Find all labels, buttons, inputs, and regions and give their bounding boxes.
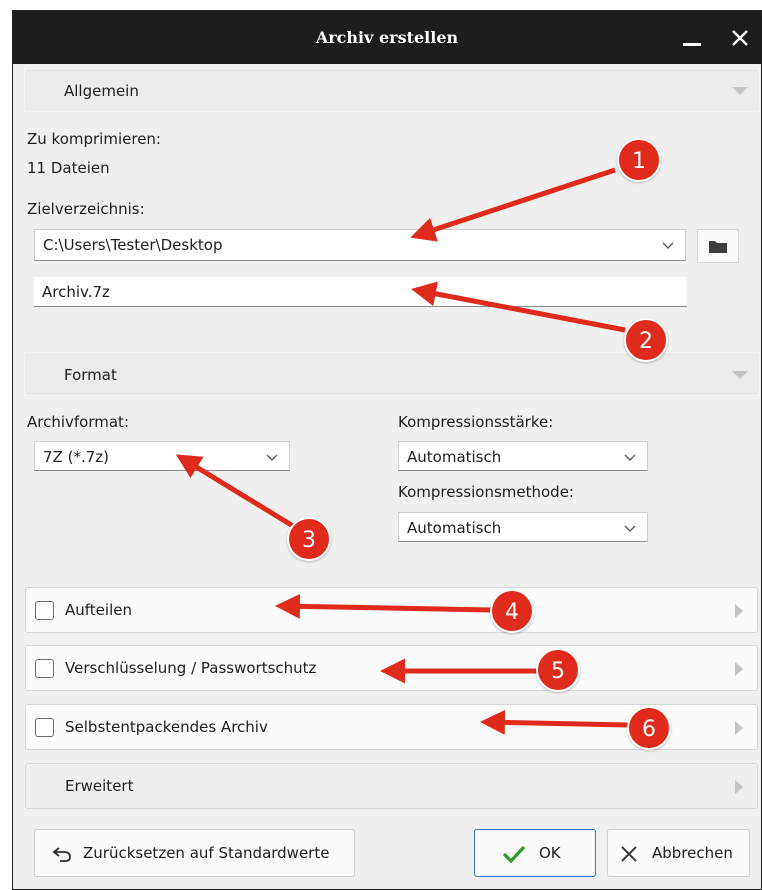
archive-format-label: Archivformat: xyxy=(27,413,129,431)
collapse-triangle-icon xyxy=(732,87,748,95)
split-checkbox[interactable] xyxy=(35,601,54,620)
annotation-badge-6: 6 xyxy=(627,706,671,750)
close-button[interactable] xyxy=(725,23,755,53)
triangle-right-icon xyxy=(735,604,743,618)
undo-arrow-icon xyxy=(52,847,71,862)
section-advanced-header[interactable]: Erweitert xyxy=(25,763,758,809)
reset-defaults-label: Zurücksetzen auf Standardwerte xyxy=(83,844,330,862)
browse-folder-button[interactable] xyxy=(697,229,739,263)
minimize-button[interactable] xyxy=(677,23,707,53)
section-format-label: Format xyxy=(64,366,117,384)
split-label: Aufteilen xyxy=(65,601,132,619)
ok-button[interactable]: OK xyxy=(474,829,596,877)
target-dir-value: C:\Users\Tester\Desktop xyxy=(43,236,223,254)
chevron-down-icon xyxy=(266,454,278,461)
annotation-badge-1: 1 xyxy=(617,138,661,182)
archive-name-value: Archiv.7z xyxy=(42,283,110,301)
ok-label: OK xyxy=(539,844,561,862)
target-dir-label: Zielverzeichnis: xyxy=(27,200,145,218)
window-title: Archiv erstellen xyxy=(315,28,459,47)
compression-level-label: Kompressionsstärke: xyxy=(398,413,554,431)
annotation-badge-2: 2 xyxy=(624,318,668,362)
section-general-label: Allgemein xyxy=(64,82,139,100)
chevron-down-icon xyxy=(662,242,674,249)
compression-method-select[interactable]: Automatisch xyxy=(398,512,648,542)
self-extracting-checkbox[interactable] xyxy=(35,718,54,737)
close-icon xyxy=(732,30,748,46)
self-extracting-label: Selbstentpackendes Archiv xyxy=(65,718,268,736)
annotation-badge-4: 4 xyxy=(490,589,534,633)
chevron-down-icon xyxy=(624,454,636,461)
checkmark-icon xyxy=(502,845,526,864)
archive-format-value: 7Z (*.7z) xyxy=(43,448,109,466)
collapse-triangle-icon xyxy=(732,371,748,379)
compression-method-value: Automatisch xyxy=(407,519,502,537)
folder-icon xyxy=(709,241,727,253)
section-general-header[interactable]: Allgemein xyxy=(26,70,758,110)
option-encryption[interactable]: Verschlüsselung / Passwortschutz xyxy=(25,645,758,691)
triangle-right-icon xyxy=(735,780,743,794)
compression-level-value: Automatisch xyxy=(407,448,502,466)
archive-name-input[interactable]: Archiv.7z xyxy=(34,277,687,307)
annotation-badge-5: 5 xyxy=(536,648,580,692)
option-split[interactable]: Aufteilen xyxy=(25,587,758,633)
advanced-label: Erweitert xyxy=(65,777,134,795)
archive-format-select[interactable]: 7Z (*.7z) xyxy=(34,441,290,471)
chevron-down-icon xyxy=(624,525,636,532)
cancel-button[interactable]: Abbrechen xyxy=(607,829,750,877)
reset-defaults-button[interactable]: Zurücksetzen auf Standardwerte xyxy=(34,829,355,877)
to-compress-value: 11 Dateien xyxy=(27,159,110,177)
x-icon xyxy=(621,846,637,862)
encryption-checkbox[interactable] xyxy=(35,659,54,678)
encryption-label: Verschlüsselung / Passwortschutz xyxy=(65,659,317,677)
compression-level-select[interactable]: Automatisch xyxy=(398,441,648,471)
triangle-right-icon xyxy=(735,662,743,676)
title-bar: Archiv erstellen xyxy=(13,11,761,64)
cancel-label: Abbrechen xyxy=(652,844,733,862)
to-compress-label: Zu komprimieren: xyxy=(27,130,161,148)
target-dir-combobox[interactable]: C:\Users\Tester\Desktop xyxy=(34,229,686,261)
triangle-right-icon xyxy=(735,721,743,735)
compression-method-label: Kompressionsmethode: xyxy=(398,483,574,501)
annotation-badge-3: 3 xyxy=(287,517,331,561)
